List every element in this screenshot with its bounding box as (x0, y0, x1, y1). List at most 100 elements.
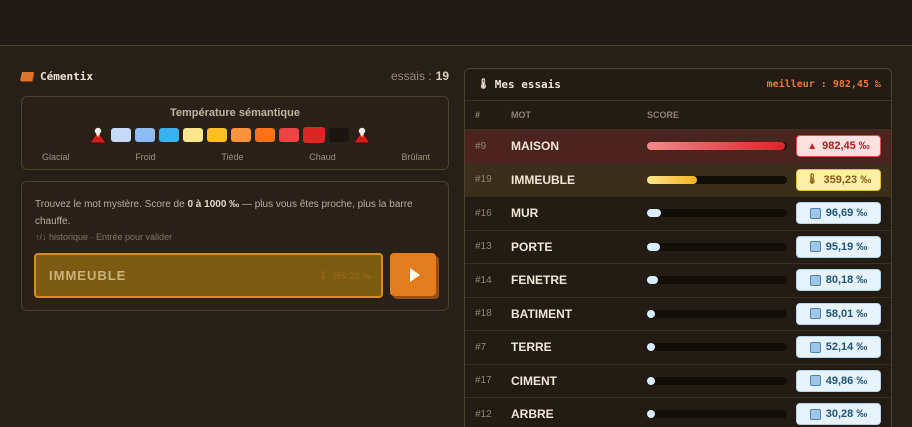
help-range: 0 à 1000 ‰ (187, 199, 240, 210)
guess-row: #13 PORTE 95,19 ‰ (465, 231, 891, 264)
guess-row: #12 ARBRE 30,28 ‰ (465, 398, 891, 427)
best-score: meilleur : 982,45 ‰ (766, 79, 881, 90)
score-badge: 80,18 ‰ (796, 269, 881, 292)
guess-row: #18 BATIMENT 58,01 ‰ (465, 298, 891, 331)
score-badge: 95,19 ‰ (796, 235, 881, 258)
volcano-icon (353, 126, 371, 144)
ice-cube-icon (809, 408, 821, 420)
brand-row: Cémentix essais :19 (20, 64, 449, 88)
ice-cube-icon (809, 375, 821, 387)
temperature-label: Froid (135, 152, 156, 162)
score-bar-fill (647, 410, 656, 419)
row-number: #19 (475, 174, 492, 186)
guess-row: #9 MAISON ▲ 982,45 ‰ (465, 130, 891, 164)
panel-title-text: Mes essais (494, 78, 561, 91)
thermometer-icon: 🌡 (805, 174, 819, 186)
top-bar (0, 0, 912, 46)
ice-cube-icon (809, 308, 821, 320)
app-name: Cémentix (40, 69, 93, 83)
keyboard-hint: ↑/↓ historique · Entrée pour valider (35, 232, 173, 242)
temperature-label: Tiède (221, 152, 244, 162)
ice-cube-icon (809, 341, 821, 353)
score-badge: 49,86 ‰ (796, 369, 881, 392)
panel-header: 🌡 Mes essais meilleur : 982,45 ‰ (465, 69, 891, 101)
score-bar-fill (647, 175, 698, 184)
score-bar (647, 343, 787, 352)
row-word: MUR (511, 206, 539, 221)
temperature-swatch (207, 128, 227, 142)
score-bar (647, 376, 787, 385)
help-text: Trouvez le mot mystère. Score de 0 à 100… (35, 196, 415, 230)
thermometer-icon: 🌡 (317, 270, 329, 280)
submit-button[interactable] (390, 253, 436, 296)
row-word: MAISON (511, 139, 559, 154)
table-header: # MOT SCORE (465, 101, 891, 130)
essais-label: essais : (390, 69, 432, 83)
temperature-swatch (111, 128, 131, 142)
thermometer-icon: 🌡 (477, 79, 490, 90)
temperature-swatch (329, 128, 349, 142)
input-score: 🌡 359,23 ‰ (318, 270, 371, 281)
row-word: PORTE (511, 239, 553, 254)
temperature-labels: Glacial Froid Tiède Chaud Brûlant (42, 152, 430, 162)
score-bar-fill (647, 376, 656, 385)
volcano-icon: ▲ (807, 140, 818, 152)
temperature-swatch (255, 128, 275, 142)
score-badge: ▲ 982,45 ‰ (796, 135, 881, 158)
score-value: 96,69 ‰ (825, 207, 868, 220)
row-word: FENETRE (511, 273, 568, 288)
guess-input-wrapper[interactable]: 🌡359,23 ‰ (34, 253, 383, 298)
volcano-icon (89, 126, 107, 144)
temperature-card: Température sémantique Glacial Froid Tiède… (21, 96, 449, 170)
score-value: 95,19 ‰ (825, 240, 868, 253)
guess-row: #14 FENETRE 80,18 ‰ (465, 264, 891, 298)
temperature-swatch (303, 127, 325, 143)
input-score-value: 359,23 ‰ (331, 270, 371, 281)
temperature-scale (89, 126, 371, 144)
essais-count: 19 (435, 69, 449, 83)
guess-input[interactable] (49, 268, 249, 283)
temperature-swatch (183, 128, 203, 142)
score-bar-fill (647, 242, 661, 251)
score-value: 52,14 ‰ (825, 341, 868, 354)
score-value: 58,01 ‰ (825, 307, 868, 320)
score-badge: 🌡 359,23 ‰ (796, 168, 881, 191)
row-number: #7 (475, 341, 487, 353)
score-bar-fill (647, 209, 661, 218)
brick-logo-icon (20, 71, 34, 81)
row-word: ARBRE (511, 407, 554, 422)
score-badge: 58,01 ‰ (796, 302, 881, 325)
temperature-label: Brûlant (401, 152, 430, 162)
score-bar-fill (647, 276, 659, 285)
temperature-swatch (159, 128, 179, 142)
guess-list: #9 MAISON ▲ 982,45 ‰ #19 IMMEUBLE 🌡 359,23 ‰ #16… (465, 130, 891, 427)
row-word: BATIMENT (511, 306, 573, 321)
ice-cube-icon (809, 207, 821, 219)
col-score: SCORE (647, 110, 680, 120)
temperature-label: Chaud (309, 152, 336, 162)
score-bar-fill (647, 142, 785, 151)
guess-row: #17 CIMENT 49,86 ‰ (465, 365, 891, 398)
temperature-swatch (279, 128, 299, 142)
essais-counter: essais :19 (391, 69, 449, 83)
left-column: Cémentix essais :19 Température sémantiq… (20, 64, 449, 311)
score-bar (647, 410, 787, 419)
score-bar (647, 209, 787, 218)
temperature-label: Glacial (42, 152, 70, 162)
play-icon (409, 267, 420, 282)
row-word: IMMEUBLE (511, 172, 575, 187)
guess-row: #7 TERRE 52,14 ‰ (465, 331, 891, 365)
score-bar (647, 175, 787, 184)
panel-title: 🌡 Mes essais (477, 78, 561, 91)
score-bar-fill (647, 309, 656, 318)
guess-card: Trouvez le mot mystère. Score de 0 à 100… (21, 181, 449, 311)
score-bar (647, 276, 787, 285)
ice-cube-icon (809, 241, 821, 253)
row-number: #13 (475, 241, 492, 253)
score-value: 30,28 ‰ (825, 408, 868, 421)
row-number: #14 (475, 274, 492, 286)
score-value: 80,18 ‰ (825, 274, 868, 287)
guesses-panel: 🌡 Mes essais meilleur : 982,45 ‰ # MOT S… (464, 68, 892, 427)
row-number: #9 (475, 140, 487, 152)
score-badge: 30,28 ‰ (796, 403, 881, 426)
